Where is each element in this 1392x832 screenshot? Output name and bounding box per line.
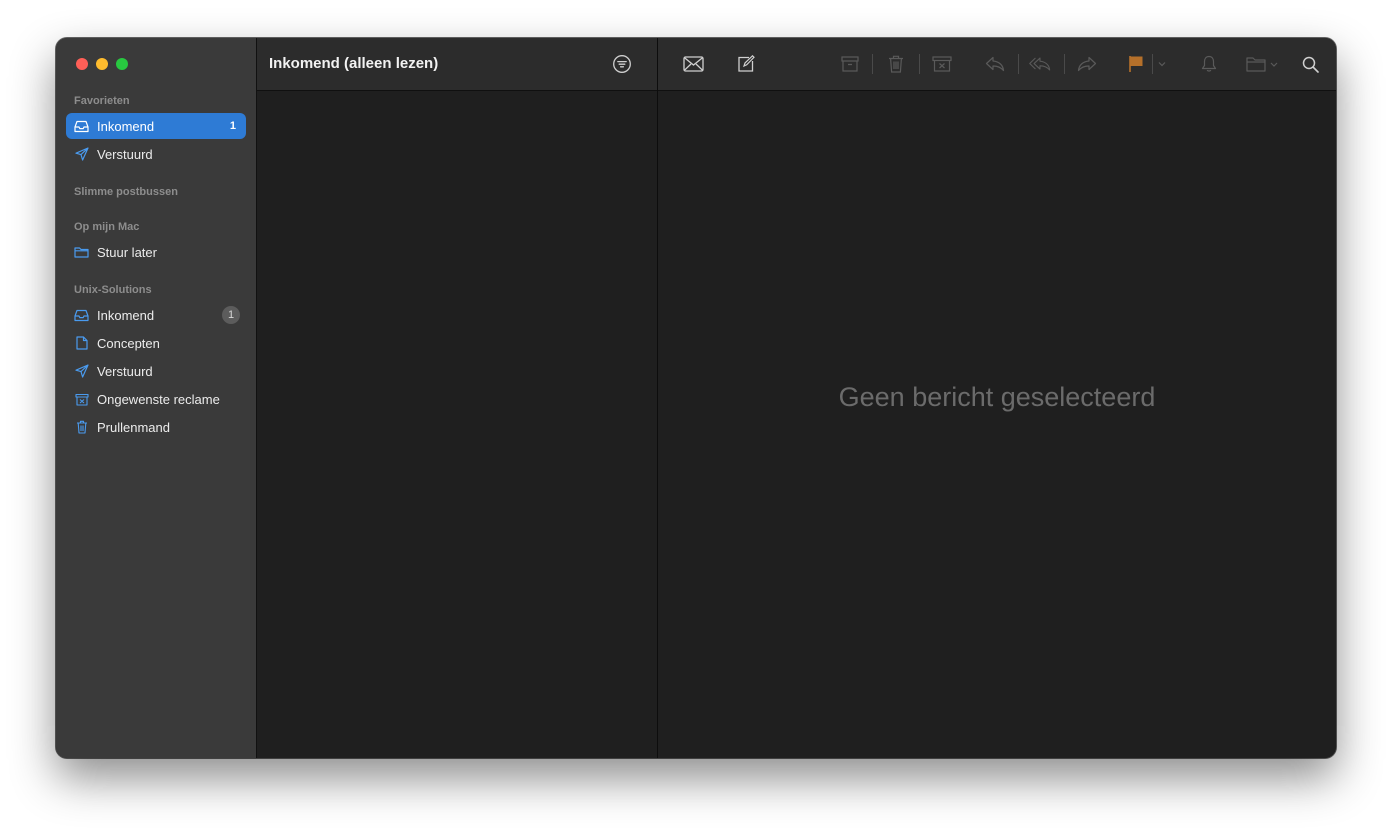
unread-count-badge: 1 — [222, 306, 240, 324]
sidebar-item-favorites-sent[interactable]: Verstuurd — [66, 141, 246, 167]
sidebar-item-drafts[interactable]: Concepten — [66, 330, 246, 356]
flag-button[interactable] — [1125, 53, 1147, 75]
sidebar-item-label: Ongewenste reclame — [97, 391, 220, 407]
mail-window: Favorieten Inkomend 1 Verstuurd Slimme p… — [56, 38, 1336, 758]
compose-icon — [738, 55, 755, 72]
move-to-mailbox-button[interactable] — [1246, 53, 1280, 75]
trash-icon — [889, 55, 903, 73]
envelope-icon — [682, 56, 704, 72]
forward-icon — [1077, 56, 1097, 72]
sidebar-item-account-sent[interactable]: Verstuurd — [66, 358, 246, 384]
search-icon — [1302, 56, 1319, 73]
window-controls — [76, 58, 128, 70]
folder-icon — [74, 245, 89, 260]
junk-button[interactable] — [931, 53, 953, 75]
mute-button[interactable] — [1198, 53, 1220, 75]
junk-icon — [74, 392, 89, 407]
sidebar-item-favorites-inbox[interactable]: Inkomend 1 — [66, 113, 246, 139]
filter-button[interactable] — [612, 54, 632, 74]
message-list[interactable] — [257, 91, 657, 758]
unread-count: 1 — [229, 120, 236, 132]
section-favorites[interactable]: Favorieten — [74, 95, 130, 107]
sidebar-item-label: Inkomend — [97, 118, 155, 134]
compose-button[interactable] — [735, 53, 757, 75]
toolbar-separator — [1152, 54, 1153, 74]
paperplane-icon — [74, 147, 89, 162]
folder-icon — [1246, 57, 1278, 72]
main-toolbar — [658, 38, 1336, 91]
delete-button[interactable] — [885, 53, 907, 75]
close-window-button[interactable] — [76, 58, 88, 70]
section-on-my-mac[interactable]: Op mijn Mac — [74, 221, 139, 233]
chevron-down-icon — [1158, 62, 1166, 67]
filter-icon — [613, 55, 631, 73]
mailbox-title: Inkomend (alleen lezen) — [269, 55, 439, 72]
inbox-icon — [74, 119, 89, 134]
sidebar-item-trash[interactable]: Prullenmand — [66, 414, 246, 440]
reply-icon — [985, 56, 1005, 72]
get-mail-button[interactable] — [682, 53, 704, 75]
junk-icon — [932, 56, 952, 72]
flag-menu-button[interactable] — [1154, 53, 1170, 75]
reply-all-button[interactable] — [1029, 53, 1051, 75]
sidebar-item-label: Verstuurd — [97, 363, 153, 379]
toolbar-separator — [872, 54, 873, 74]
no-message-selected-text: Geen bericht geselecteerd — [838, 382, 1156, 412]
sidebar-item-send-later[interactable]: Stuur later — [66, 239, 246, 265]
reply-button[interactable] — [984, 53, 1006, 75]
toolbar-separator — [1064, 54, 1065, 74]
bell-icon — [1201, 55, 1217, 72]
archive-icon — [841, 56, 859, 72]
message-list-toolbar: Inkomend (alleen lezen) — [257, 38, 657, 91]
reply-all-icon — [1029, 57, 1051, 71]
message-list-pane: Inkomend (alleen lezen) — [257, 38, 658, 758]
document-icon — [74, 336, 89, 351]
section-account[interactable]: Unix-Solutions — [74, 284, 152, 296]
sidebar: Favorieten Inkomend 1 Verstuurd Slimme p… — [56, 38, 257, 758]
sidebar-item-label: Stuur later — [97, 244, 157, 260]
message-viewer-pane: Geen bericht geselecteerd — [658, 38, 1336, 758]
sidebar-item-label: Inkomend — [97, 307, 155, 323]
minimize-window-button[interactable] — [96, 58, 108, 70]
archive-button[interactable] — [839, 53, 861, 75]
sidebar-item-label: Concepten — [97, 335, 160, 351]
paperplane-icon — [74, 364, 89, 379]
section-smart-mailboxes[interactable]: Slimme postbussen — [74, 186, 178, 198]
search-button[interactable] — [1299, 53, 1321, 75]
zoom-window-button[interactable] — [116, 58, 128, 70]
sidebar-item-junk[interactable]: Ongewenste reclame — [66, 386, 246, 412]
sidebar-item-account-inbox[interactable]: Inkomend 1 — [66, 302, 246, 328]
forward-button[interactable] — [1076, 53, 1098, 75]
sidebar-item-label: Verstuurd — [97, 146, 153, 162]
flag-icon — [1129, 56, 1143, 72]
toolbar-separator — [919, 54, 920, 74]
trash-icon — [74, 420, 89, 435]
toolbar-separator — [1018, 54, 1019, 74]
sidebar-item-label: Prullenmand — [97, 419, 170, 435]
inbox-icon — [74, 308, 89, 323]
